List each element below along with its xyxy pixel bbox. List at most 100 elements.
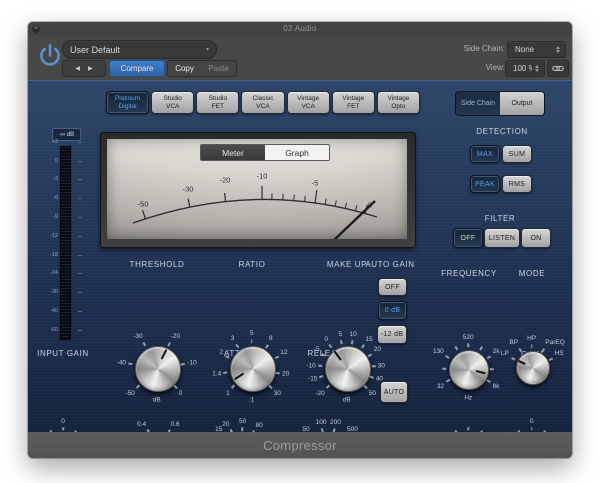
circuit-studio-fet-button[interactable]: Studio FET [196, 91, 240, 114]
knob-tick [317, 365, 322, 367]
knob-tick [333, 427, 336, 432]
knob-tick [321, 353, 325, 357]
side-chain-view-button[interactable]: Side Chain [456, 92, 500, 115]
knob-tick [276, 372, 281, 375]
knob-tick [325, 385, 330, 389]
meter-scale-label: -9 [53, 213, 58, 220]
preset-name: User Default [70, 44, 121, 55]
circuit-type-group: Platinum Digital Studio VCA Studio FET Clas… [106, 91, 420, 114]
knob-tick-label: 15 [365, 336, 373, 344]
knob-tick-label: -20 [315, 389, 325, 397]
knob-tick [363, 385, 368, 389]
knob-tick [454, 346, 458, 351]
output-view-button[interactable]: Output [500, 92, 544, 115]
plugin-header: User Default ▾ ◀ ▶ Compare Copy Paste Si… [28, 36, 572, 80]
compare-button[interactable]: Compare [109, 60, 165, 77]
knob-tick-label: 0 [529, 417, 534, 425]
copy-button[interactable]: Copy [175, 64, 194, 73]
knob-tick [361, 344, 365, 349]
auto-gain-0db-button[interactable]: 0 dB [378, 301, 407, 320]
knob-tick-label: -20 [170, 333, 181, 341]
knob-tick-label: 0.6 [170, 420, 180, 428]
detection-rms-button[interactable]: RMS [502, 175, 532, 193]
knob-tick-label: -30 [133, 333, 143, 341]
auto-button[interactable]: AUTO [380, 381, 408, 403]
footer-bar: Compressor [28, 432, 572, 458]
knob-tick [467, 426, 470, 431]
vu-meter-bezel: -50 -30 -20 -10 -5 0 Meter Graph [100, 132, 416, 248]
mode-knob[interactable]: LP BP HP ParEQ HS [484, 319, 572, 415]
circuit-platinum-digital-button[interactable]: Platinum Digital [106, 91, 150, 114]
mode-title: MODE [518, 269, 546, 278]
plugin-name: Compressor [263, 437, 337, 453]
circuit-classic-vca-button[interactable]: Classic VCA [241, 91, 285, 114]
vu-scale-label: -30 [182, 184, 194, 194]
meter-scale-tick [78, 216, 82, 218]
knob-tick [445, 379, 450, 383]
copy-paste-group: Copy Paste [167, 60, 237, 77]
knob-tick-label: -10 [187, 359, 197, 367]
compressor-panel: Platinum Digital Studio VCA Studio FET Clas… [28, 80, 572, 458]
side-chain-label: Side Chain: [463, 44, 505, 53]
filter-title: FILTER [484, 214, 516, 223]
knob-tick-label: HP [527, 335, 537, 343]
knob-tick [167, 341, 171, 346]
knob-tick-label: 5 [338, 330, 343, 338]
meter-scale-tick [78, 198, 82, 200]
knob-tick-label: 20 [373, 345, 382, 353]
knob-tick-label: 20 [282, 370, 290, 378]
circuit-vintage-fet-button[interactable]: Vintage FET [331, 91, 375, 114]
meter-scale-tick [78, 254, 82, 256]
knob-tick [181, 362, 186, 365]
filter-on-button[interactable]: ON [521, 228, 551, 248]
knob-tick [142, 341, 146, 346]
vu-scale-label: 0 [367, 200, 373, 210]
knob-tick-label: 3 [230, 335, 235, 343]
knob-tick-label: 520 [462, 334, 474, 341]
knob-tick-label: -40 [116, 359, 127, 367]
tab-graph[interactable]: Graph [265, 145, 329, 160]
knob-tick-label: 100 [315, 418, 327, 426]
side-chain-dropdown[interactable]: None [507, 41, 566, 58]
knob-tick [370, 375, 374, 379]
circuit-studio-vca-button[interactable]: Studio VCA [151, 91, 195, 114]
power-icon[interactable] [37, 42, 63, 70]
knob-tick [530, 426, 533, 431]
detection-max-button[interactable]: MAX [470, 145, 500, 163]
prev-preset-button[interactable]: ◀ [75, 65, 80, 72]
paste-button[interactable]: Paste [208, 64, 228, 73]
circuit-vintage-opto-button[interactable]: Vintage Opto [376, 91, 420, 114]
knob-tick [234, 343, 239, 348]
knob-tick [230, 385, 235, 389]
knob-tick-label: 0 [178, 389, 183, 397]
auto-gain-title: AUTO GAIN [365, 260, 415, 269]
filter-off-button[interactable]: OFF [453, 228, 483, 248]
meter-scale-label: -60 [50, 326, 58, 333]
auto-gain-off-button[interactable]: OFF [378, 278, 407, 296]
detection-peak-button[interactable]: PEAK [470, 175, 500, 193]
auto-gain-minus12db-button[interactable]: -12 dB [377, 325, 407, 344]
knob-tick-label: ParEQ [545, 339, 565, 347]
meter-scale-tick [78, 292, 82, 294]
knob-tick-label: 30 [377, 362, 385, 370]
screenshot-stage: × 02 Audio User Default ▾ ◀ ▶ Compare Co… [0, 0, 600, 483]
knob-tick-label: -15 [308, 375, 318, 383]
circuit-vintage-vca-button[interactable]: Vintage VCA [286, 91, 330, 114]
preset-dropdown[interactable]: User Default ▾ [62, 40, 217, 59]
detection-sum-button[interactable]: SUM [502, 145, 532, 163]
filter-listen-button[interactable]: LISTEN [484, 228, 520, 248]
input-gain-title: INPUT GAIN [37, 349, 89, 358]
knob-tick [442, 368, 447, 371]
knob-tick [530, 344, 533, 349]
next-preset-button[interactable]: ▶ [88, 65, 93, 72]
meter-scale-label: -12 [50, 232, 58, 239]
knob-tick-label: 50 [368, 389, 376, 397]
knob-tick [265, 343, 269, 348]
knob-tick [479, 346, 483, 351]
knob-tick-label: BP [509, 339, 519, 347]
link-button[interactable] [547, 60, 569, 77]
tab-meter[interactable]: Meter [201, 145, 265, 160]
vu-scale-label: -10 [256, 171, 268, 181]
view-label: View: [485, 63, 505, 72]
view-dropdown[interactable]: 100 % [505, 60, 545, 77]
